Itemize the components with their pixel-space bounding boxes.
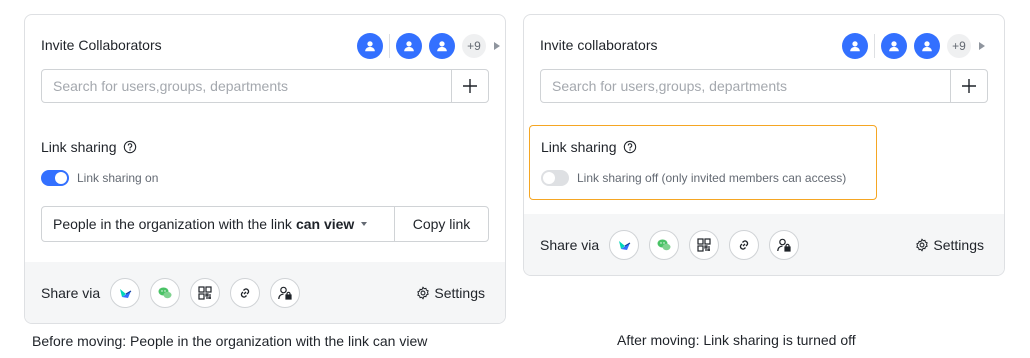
link-sharing-title: Link sharing (541, 139, 617, 155)
wechat-icon (657, 239, 671, 250)
search-input[interactable] (42, 70, 451, 102)
share-panel-before: Invite Collaborators +9 Link sharing Lin (24, 14, 506, 324)
share-bar: Share via Settings (524, 214, 1004, 275)
share-link-button[interactable] (729, 229, 760, 260)
share-panel-after: Invite collaborators +9 Link sharing (523, 14, 1005, 276)
link-sharing-title: Link sharing (41, 139, 117, 155)
settings-label: Settings (933, 236, 984, 253)
permission-select[interactable]: People in the organization with the link… (42, 207, 394, 241)
qr-code-icon (697, 237, 711, 252)
add-collaborator-button[interactable] (451, 70, 488, 102)
user-icon (365, 41, 375, 52)
permission-prefix: People in the organization with the link (53, 216, 292, 232)
copy-link-button[interactable]: Copy link (394, 207, 488, 241)
search-box (41, 69, 489, 103)
help-icon[interactable] (623, 140, 637, 154)
expand-arrow-icon[interactable] (494, 42, 500, 50)
share-qrcode-button[interactable] (689, 229, 720, 260)
share-permission-button[interactable] (769, 229, 800, 260)
user-lock-icon (278, 286, 292, 300)
link-sharing-heading: Link sharing (41, 139, 137, 155)
link-sharing-highlight: Link sharing Link sharing off (only invi… (529, 125, 877, 200)
share-via-label: Share via (540, 236, 600, 253)
settings-button[interactable]: Settings (915, 237, 984, 253)
share-link-button[interactable] (230, 277, 261, 308)
link-sharing-toggle[interactable] (541, 170, 569, 186)
settings-button[interactable]: Settings (416, 285, 485, 301)
plus-icon (463, 79, 477, 93)
collaborator-avatar[interactable] (396, 33, 422, 59)
share-bar: Share via Settings (25, 262, 505, 323)
share-via-label: Share via (41, 284, 101, 301)
share-wechat-button[interactable] (150, 277, 181, 308)
link-icon (740, 239, 749, 250)
collaborator-avatar[interactable] (914, 33, 940, 59)
link-sharing-heading: Link sharing (541, 139, 637, 155)
lark-icon (619, 240, 631, 250)
permission-level: can view (295, 216, 355, 232)
lark-icon (120, 288, 132, 298)
gear-icon (916, 237, 929, 252)
collaborator-avatars: +9 (357, 33, 500, 59)
invite-row: Invite Collaborators +9 (41, 33, 505, 59)
invite-title: Invite Collaborators (41, 37, 162, 53)
caption-before: Before moving: People in the organizatio… (32, 333, 428, 349)
help-icon[interactable] (123, 140, 137, 154)
toggle-label: Link sharing on (77, 171, 159, 185)
search-box (540, 69, 988, 103)
user-lock-icon (777, 238, 791, 252)
permission-row: People in the organization with the link… (41, 206, 489, 242)
wechat-icon (158, 287, 172, 298)
owner-avatar[interactable] (842, 33, 868, 59)
user-icon (889, 41, 899, 52)
link-sharing-toggle-row: Link sharing on (41, 170, 158, 186)
share-permission-button[interactable] (270, 277, 301, 308)
user-icon (437, 41, 447, 52)
user-icon (922, 41, 932, 52)
settings-label: Settings (434, 284, 485, 301)
link-sharing-toggle[interactable] (41, 170, 69, 186)
avatar-divider (389, 34, 390, 58)
share-lark-button[interactable] (110, 277, 141, 308)
collaborator-avatar[interactable] (429, 33, 455, 59)
share-wechat-button[interactable] (649, 229, 680, 260)
toggle-label: Link sharing off (only invited members c… (577, 171, 847, 185)
add-collaborator-button[interactable] (950, 70, 987, 102)
plus-icon (962, 79, 976, 93)
link-sharing-toggle-row: Link sharing off (only invited members c… (541, 170, 846, 186)
owner-avatar[interactable] (357, 33, 383, 59)
collaborator-avatar[interactable] (881, 33, 907, 59)
qr-code-icon (198, 285, 212, 300)
caret-down-icon (361, 222, 368, 226)
invite-row: Invite collaborators +9 (540, 33, 1004, 59)
collaborator-avatars: +9 (842, 33, 985, 59)
more-collaborators-badge[interactable]: +9 (947, 34, 971, 58)
share-qrcode-button[interactable] (190, 277, 221, 308)
link-icon (241, 287, 250, 298)
more-collaborators-badge[interactable]: +9 (462, 34, 486, 58)
share-lark-button[interactable] (609, 229, 640, 260)
expand-arrow-icon[interactable] (979, 42, 985, 50)
user-icon (850, 41, 860, 52)
gear-icon (417, 285, 430, 300)
invite-title: Invite collaborators (540, 37, 658, 53)
avatar-divider (874, 34, 875, 58)
caption-after: After moving: Link sharing is turned off (617, 332, 856, 348)
user-icon (404, 41, 414, 52)
search-input[interactable] (541, 70, 950, 102)
